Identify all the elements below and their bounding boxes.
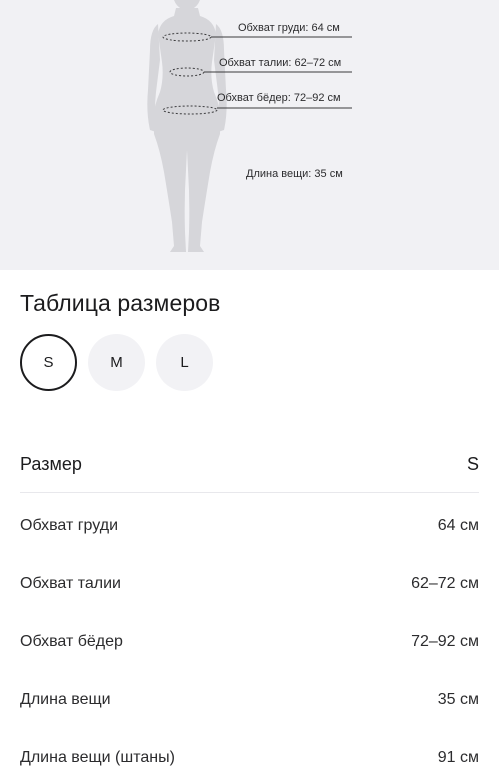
size-selector: S M L: [20, 334, 213, 391]
row-value: 62–72 см: [411, 575, 479, 592]
table-row: Длина вещи 35 см: [20, 671, 479, 729]
hips-measure-label: Обхват бёдер: 72–92 см: [217, 92, 341, 104]
table-header-value: S: [466, 453, 479, 474]
waist-measure-label: Обхват талии: 62–72 см: [219, 57, 342, 69]
length-measure-label: Длина вещи: 35 см: [246, 168, 343, 180]
table-row: Длина вещи (штаны) 91 см: [20, 729, 479, 775]
row-value: 64 см: [437, 517, 479, 534]
row-label: Длина вещи: [20, 691, 111, 708]
size-chip-s[interactable]: S: [20, 334, 77, 391]
row-label: Длина вещи (штаны): [20, 749, 175, 766]
size-chip-l[interactable]: L: [156, 334, 213, 391]
row-label: Обхват бёдер: [20, 633, 123, 650]
table-row: Обхват бёдер 72–92 см: [20, 613, 479, 671]
body-silhouette-figure: [147, 0, 352, 252]
chest-measure-label: Обхват груди: 64 см: [238, 22, 340, 34]
table-header-label: Размер: [20, 453, 82, 474]
row-label: Обхват талии: [20, 575, 121, 592]
table-header-row: Размер S: [20, 436, 479, 493]
row-value: 91 см: [437, 749, 479, 766]
size-table: Размер S Обхват груди 64 см Обхват талии…: [20, 436, 479, 775]
table-row: Обхват талии 62–72 см: [20, 555, 479, 613]
size-chip-m[interactable]: M: [88, 334, 145, 391]
row-value: 72–92 см: [411, 633, 479, 650]
row-value: 35 см: [437, 691, 479, 708]
page-title: Таблица размеров: [20, 290, 221, 316]
table-row: Обхват груди 64 см: [20, 497, 479, 555]
row-label: Обхват груди: [20, 517, 119, 534]
measurement-diagram: Обхват груди: 64 см Обхват талии: 62–72 …: [0, 0, 499, 270]
